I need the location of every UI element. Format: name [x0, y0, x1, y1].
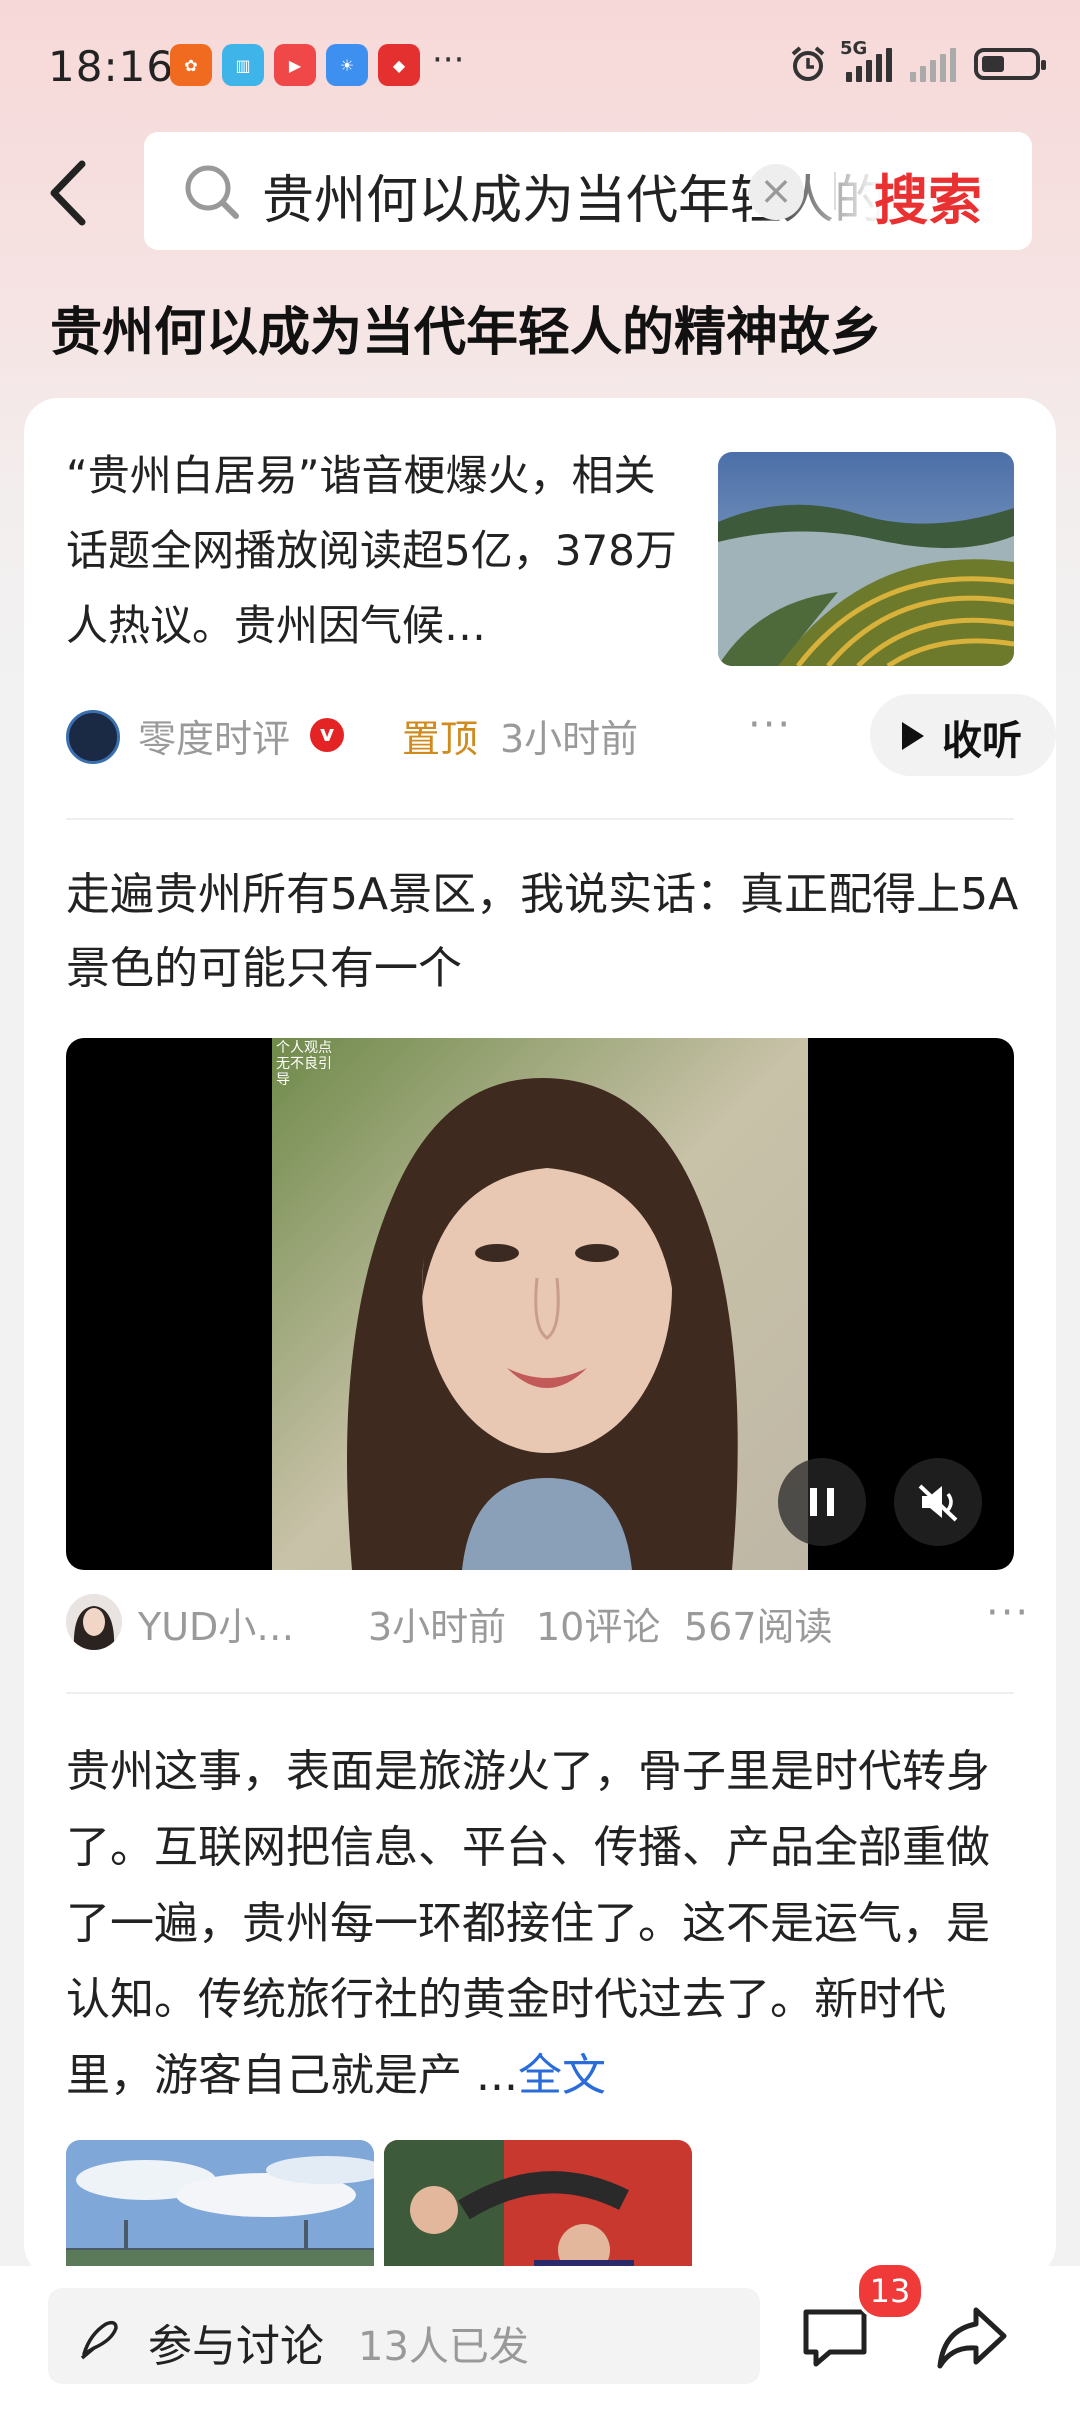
- article-3-text[interactable]: 贵州这事，表面是旅游火了，骨子里是时代转身了。互联网把信息、平台、传播、产品全部…: [66, 1734, 1026, 2114]
- clear-search-button[interactable]: ×: [748, 164, 804, 220]
- mute-button[interactable]: [894, 1458, 982, 1546]
- post-time: 3小时前: [500, 717, 639, 761]
- share-icon: [937, 2307, 1007, 2369]
- pause-button[interactable]: [778, 1458, 866, 1546]
- read-count: 567阅读: [684, 1605, 833, 1649]
- article-2-title[interactable]: 走遍贵州所有5A景区，我说实话：真正配得上5A景色的可能只有一个: [66, 858, 1026, 1006]
- comment-button[interactable]: [800, 2302, 872, 2378]
- article-3-images: [66, 2140, 692, 2278]
- share-button[interactable]: [934, 2302, 1010, 2378]
- discuss-input[interactable]: 参与讨论 13人已发: [48, 2288, 760, 2384]
- more-options-icon[interactable]: ···: [748, 702, 792, 748]
- listen-button[interactable]: 收听: [870, 694, 1056, 776]
- article-2-meta: YUD小… 3小时前 10评论 567阅读 ···: [66, 1590, 1028, 1658]
- comment-count: 10评论: [536, 1605, 661, 1649]
- post-time: 3小时前: [368, 1605, 507, 1649]
- discuss-label: 参与讨论: [148, 2321, 324, 2372]
- divider: [66, 818, 1014, 820]
- pen-icon: [80, 2320, 118, 2360]
- results-card: “贵州白居易”谐音梗爆火，相关话题全网播放阅读超5亿，378万人热议。贵州因气候…: [24, 398, 1056, 2278]
- back-button[interactable]: [44, 158, 104, 228]
- system-status: 5G: [788, 38, 1046, 84]
- discuss-count: 13人已发: [358, 2324, 529, 2370]
- terraced-fields-image: [718, 452, 1014, 666]
- battery-icon: [974, 48, 1046, 80]
- author-name[interactable]: 零度时评: [138, 708, 290, 763]
- weather-app-icon: ☀: [326, 44, 368, 86]
- comment-count-badge: 13: [856, 2262, 924, 2320]
- author-avatar[interactable]: [66, 710, 120, 764]
- video-app-icon: ▶: [274, 44, 316, 86]
- search-bar[interactable]: 贵州何以成为当代年轻人的精神故乡 × 搜索: [144, 132, 1032, 250]
- bottom-bar: 参与讨论 13人已发 13: [0, 2262, 1080, 2412]
- pause-icon: [810, 1488, 834, 1516]
- muted-speaker-icon: [918, 1484, 958, 1522]
- status-time: 18:16: [48, 42, 175, 91]
- alarm-icon: [791, 46, 825, 81]
- verified-icon: v: [310, 718, 344, 752]
- video-player[interactable]: 个人观点 无不良引导: [66, 1038, 1014, 1570]
- search-divider: [834, 172, 836, 210]
- back-arrow-icon: [50, 160, 86, 226]
- author-avatar[interactable]: [66, 1594, 122, 1650]
- full-text-link[interactable]: 全文: [518, 2050, 606, 2101]
- signal-secondary-icon: [910, 46, 956, 82]
- page-title: 贵州何以成为当代年轻人的精神故乡: [50, 303, 883, 363]
- search-button[interactable]: 搜索: [874, 156, 982, 235]
- article-1-thumbnail[interactable]: [718, 452, 1014, 666]
- video-caption: 个人观点 无不良引导: [276, 1040, 332, 1088]
- article-3-body: 贵州这事，表面是旅游火了，骨子里是时代转身了。互联网把信息、平台、传播、产品全部…: [66, 1746, 990, 2101]
- status-bar: 18:16 ✿ ▥ ▶ ☀ ◆ ··· 5G: [0, 0, 1080, 130]
- more-notifications-icon: ···: [432, 40, 465, 80]
- avatar-image: [66, 1594, 122, 1650]
- play-icon: [902, 722, 924, 750]
- search-icon: [185, 165, 239, 219]
- video-thumbnail: [272, 1038, 808, 1570]
- comment-icon: [803, 2309, 867, 2367]
- app-notification-icon: ✿: [170, 44, 212, 86]
- divider: [66, 1692, 1014, 1694]
- article-1-meta: 零度时评 v 置顶 3小时前 ··· 收听: [66, 694, 1056, 778]
- shopping-app-icon: ◆: [378, 44, 420, 86]
- article-1-text[interactable]: “贵州白居易”谐音梗爆火，相关话题全网播放阅读超5亿，378万人热议。贵州因气候…: [66, 438, 686, 663]
- author-name[interactable]: YUD小…: [138, 1596, 294, 1651]
- more-options-icon[interactable]: ···: [986, 1590, 1030, 1636]
- listen-button-label: 收听: [942, 718, 1022, 764]
- close-icon: ×: [759, 168, 793, 214]
- bridge-image[interactable]: [66, 2140, 374, 2278]
- video-frame: 个人观点 无不良引导: [272, 1038, 808, 1570]
- network-type-label: 5G: [840, 38, 868, 59]
- notification-icons: ✿ ▥ ▶ ☀ ◆: [170, 44, 420, 86]
- festival-image[interactable]: [384, 2140, 692, 2278]
- book-app-icon: ▥: [222, 44, 264, 86]
- pinned-badge: 置顶: [402, 717, 479, 761]
